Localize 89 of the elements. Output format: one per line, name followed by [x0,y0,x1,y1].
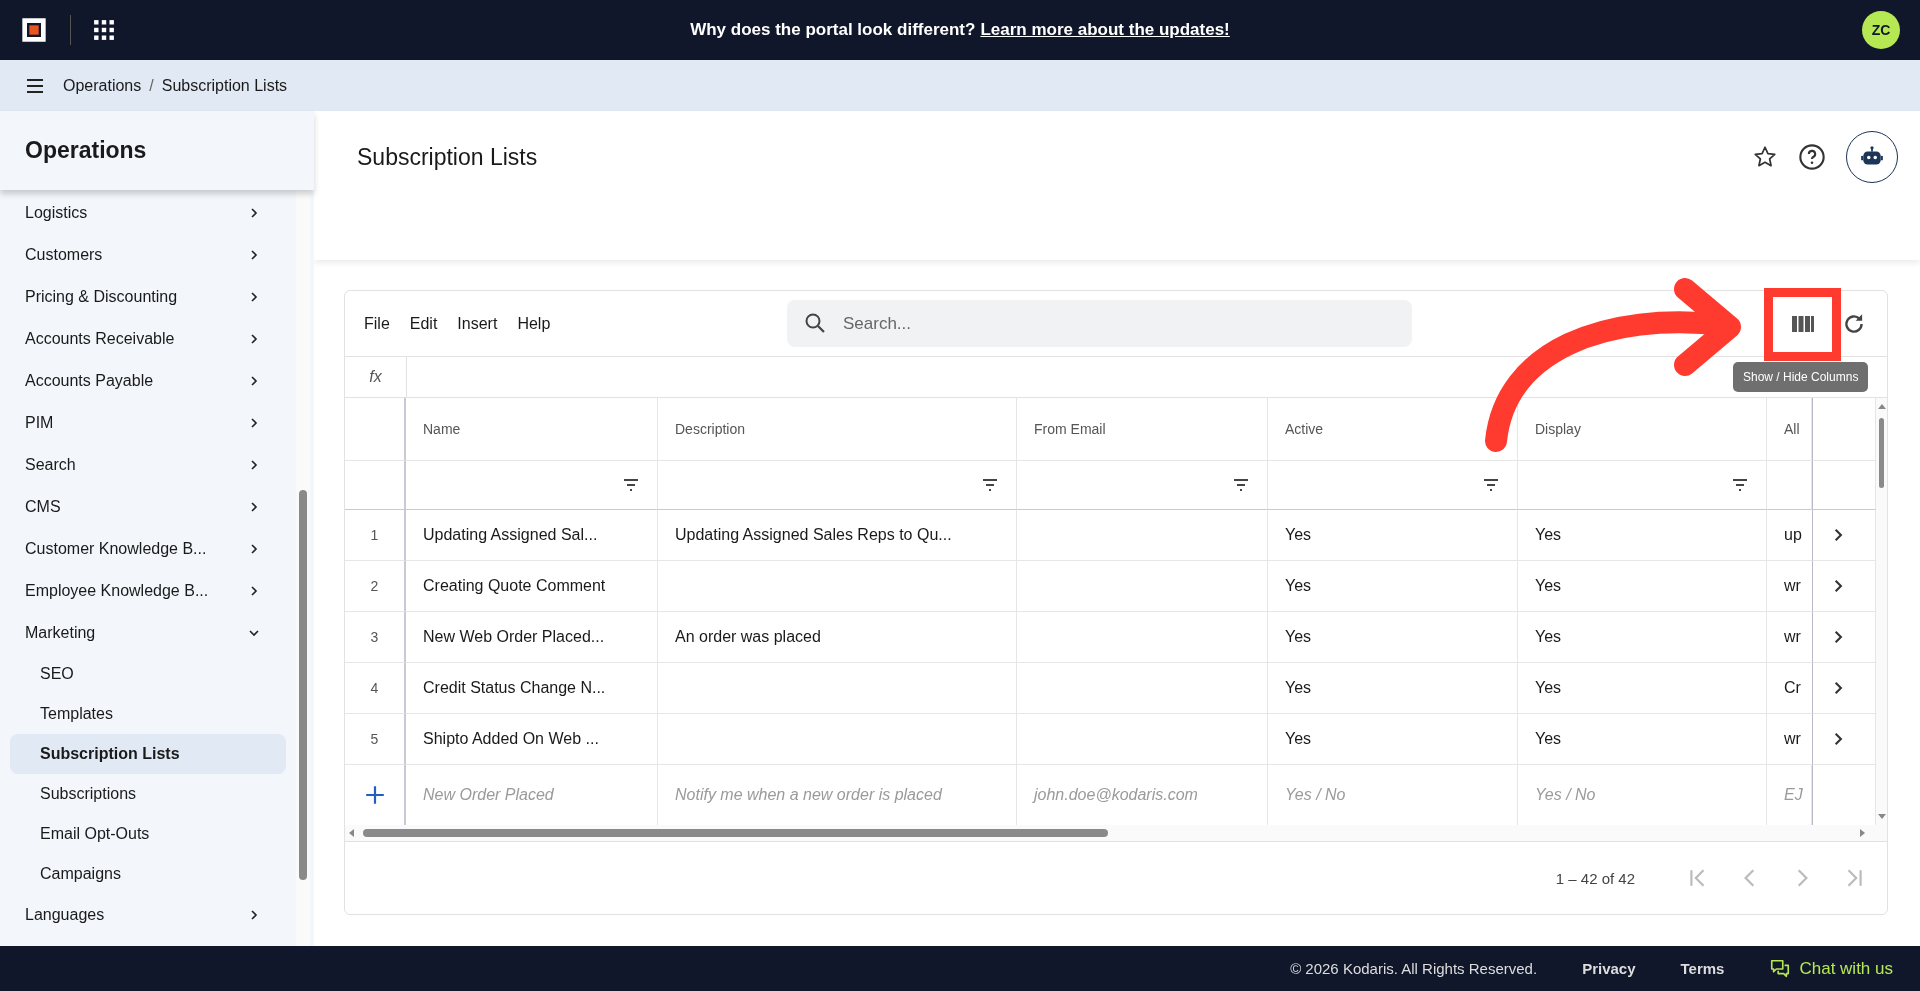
banner-text: Why does the portal look different? [690,20,976,40]
table-cell: Yes [1518,612,1767,663]
sidebar-subitem[interactable]: SEO [10,654,286,694]
menu-item[interactable]: File [364,314,390,333]
columns-icon[interactable] [1791,313,1815,334]
table-cell: Yes [1518,663,1767,714]
table-cell: Yes [1518,714,1767,765]
table-cell: Yes [1268,663,1518,714]
copyright-text: © 2026 Kodaris. All Rights Reserved. [1290,960,1538,977]
table-cell: Updating Assigned Sales Reps to Qu... [658,510,1017,561]
sidebar-item[interactable]: Pricing & Discounting [0,276,296,318]
table-cell: Shipto Added On Web ... [406,714,658,765]
sidebar-item[interactable]: Accounts Receivable [0,318,296,360]
pagination-count: 1 – 42 of 42 [1555,869,1635,887]
row-number: 4 [345,663,406,714]
table-cell: Yes [1268,510,1518,561]
menu-item[interactable]: Insert [457,314,498,333]
sidebar-item[interactable]: Languages [0,894,296,936]
breadcrumb-link[interactable]: Operations [63,76,142,95]
column-header[interactable]: Name [406,398,658,461]
user-avatar[interactable]: ZC [1862,11,1900,49]
page-title: Subscription Lists [357,144,538,171]
footer-link[interactable]: Privacy [1582,960,1636,977]
filter-icon[interactable] [982,479,998,491]
tooltip: Show / Hide Columns [1733,362,1869,392]
search-icon [803,311,827,335]
table-cell: wr [1767,714,1812,765]
table-cell: up [1767,510,1812,561]
sidebar-item[interactable]: PIM [0,402,296,444]
row-number: 1 [345,510,406,561]
column-header[interactable]: From Email [1017,398,1268,461]
table-cell: Cr [1767,663,1812,714]
search-field[interactable]: Search... [787,300,1412,347]
breadcrumb-separator: / [149,76,154,95]
table-cell: Yes [1518,510,1767,561]
sidebar-item[interactable]: Accounts Payable [0,360,296,402]
sidebar-subitem[interactable]: Campaigns [10,854,286,894]
filter-icon[interactable] [1732,479,1748,491]
filter-cell [345,461,406,510]
scrollbar[interactable] [345,825,1887,842]
table-cell: Yes [1268,714,1518,765]
breadcrumb-link[interactable]: Subscription Lists [161,76,288,95]
table-cell: Yes [1518,561,1767,612]
sidebar-item[interactable]: Logistics [0,192,296,234]
logo-icon[interactable] [20,16,48,44]
table-cell: An order was placed [658,612,1017,663]
table-cell: Updating Assigned Sal... [406,510,658,561]
filter-icon[interactable] [623,479,639,491]
column-header[interactable]: Active [1268,398,1518,461]
footer-link[interactable]: Terms [1680,960,1725,977]
help-icon[interactable] [1798,143,1826,171]
table-cell: New Web Order Placed... [406,612,658,663]
sidebar-item[interactable]: CMS [0,486,296,528]
table-cell: Yes [1268,612,1518,663]
add-icon[interactable] [363,784,386,806]
column-header[interactable]: All [1767,398,1812,461]
table-cell: Credit Status Change N... [406,663,658,714]
sidebar-subitem[interactable]: Templates [10,694,286,734]
sidebar-item[interactable]: Employee Knowledge B... [0,570,296,612]
column-header[interactable]: Display [1518,398,1767,461]
sidebar-item[interactable]: Customer Knowledge B... [0,528,296,570]
scrollbar[interactable] [1876,398,1887,825]
sidebar-item[interactable]: Search [0,444,296,486]
scrollbar[interactable] [296,190,310,946]
chat-link[interactable]: Chat with us [1769,957,1893,980]
table-cell: Creating Quote Comment [406,561,658,612]
updates-link[interactable]: Learn more about the updates! [980,20,1230,40]
column-header[interactable]: Description [658,398,1017,461]
sidebar-title: Operations [0,111,314,190]
table-cell: wr [1767,612,1812,663]
row-number: 5 [345,714,406,765]
sidebar-subitem[interactable]: Email Opt-Outs [10,814,286,854]
sidebar-item[interactable]: Customers [0,234,296,276]
header-cell [345,398,406,461]
chat-icon [1769,957,1792,980]
row-number: 2 [345,561,406,612]
filter-icon[interactable] [1483,479,1499,491]
sidebar-subitem[interactable]: Subscriptions [10,774,286,814]
formula-label: fx [345,357,407,397]
menu-item[interactable]: Edit [409,314,438,333]
row-number: 3 [345,612,406,663]
table-cell: Yes [1268,561,1518,612]
sidebar-subitem[interactable]: Subscription Lists [10,734,286,774]
assistant-button[interactable] [1846,131,1898,183]
apps-grid-icon[interactable] [93,19,115,41]
filter-icon[interactable] [1233,479,1249,491]
sidebar-item[interactable]: Marketing [0,612,296,654]
menu-item[interactable]: Help [517,314,551,333]
table-cell: wr [1767,561,1812,612]
